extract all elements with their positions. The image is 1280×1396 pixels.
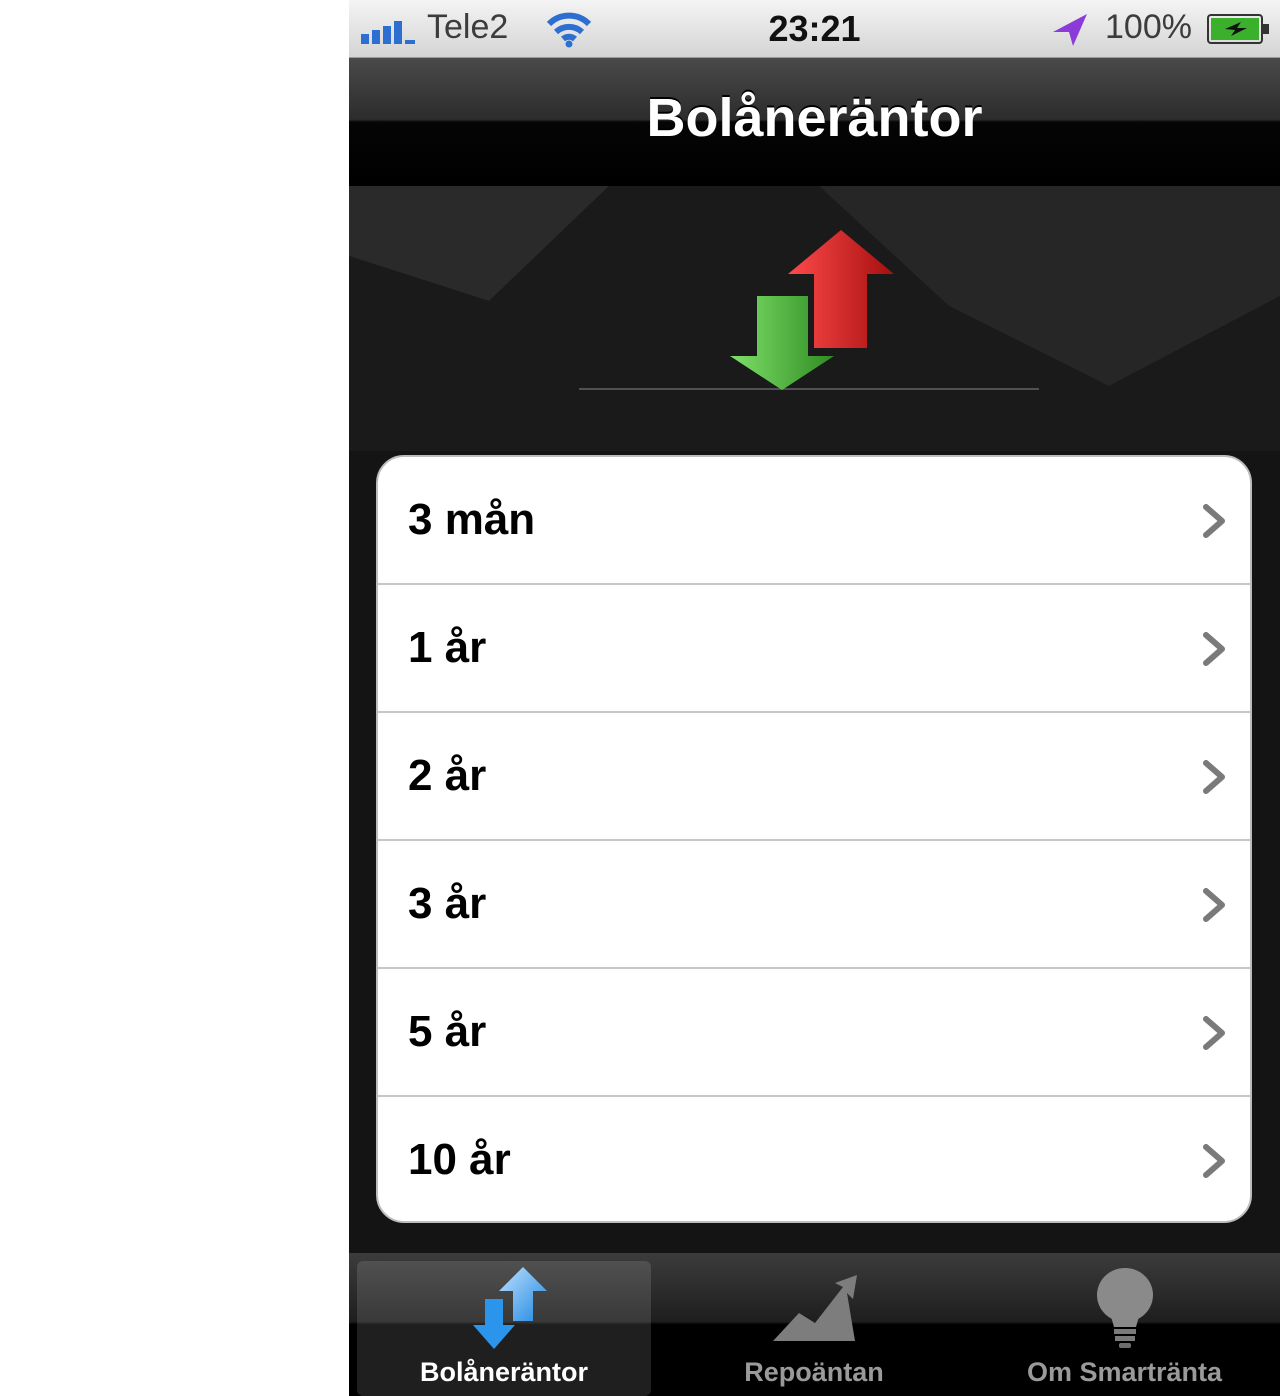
tab-bar: Bolåneräntor Repoäntan Om Smartränta: [349, 1253, 1280, 1396]
phone-screen: Tele2 23:21 100% Bolåneräntor 3 mån 1 år…: [349, 0, 1280, 1396]
tab-label: Repoäntan: [744, 1357, 884, 1387]
chevron-right-icon: [1203, 1016, 1225, 1050]
list-item-label: 3 år: [408, 879, 487, 928]
list-item-3-ar[interactable]: 3 år: [378, 841, 1250, 969]
chevron-right-icon: [1203, 888, 1225, 922]
battery-percent: 100%: [1105, 8, 1192, 46]
tab-label: Bolåneräntor: [419, 1357, 589, 1387]
rate-up-down-arrows-icon: [730, 230, 894, 390]
navigation-bar: Bolåneräntor: [349, 58, 1280, 186]
list-item-5-ar[interactable]: 5 år: [378, 969, 1250, 1097]
tab-label: Om Smartränta: [1026, 1357, 1223, 1387]
rising-chart-icon: [773, 1275, 857, 1341]
chevron-right-icon: [1203, 504, 1225, 538]
list-item-10-ar[interactable]: 10 år: [378, 1097, 1250, 1221]
battery-charging-icon: [1207, 14, 1269, 44]
rate-term-list: 3 mån 1 år 2 år 3 år 5 år 10 år: [376, 455, 1252, 1223]
tab-bolanerantor[interactable]: Bolåneräntor: [349, 1253, 659, 1396]
tab-repoantan[interactable]: Repoäntan: [659, 1253, 969, 1396]
page-title: Bolåneräntor: [646, 88, 983, 148]
chevron-right-icon: [1203, 632, 1225, 666]
list-item-label: 3 mån: [408, 495, 536, 544]
list-item-3-man[interactable]: 3 mån: [378, 457, 1250, 585]
list-item-label: 5 år: [408, 1007, 487, 1056]
lightbulb-icon: [1096, 1268, 1153, 1348]
list-item-label: 1 år: [408, 623, 487, 672]
chevron-right-icon: [1203, 760, 1225, 794]
location-arrow-icon: [1053, 14, 1087, 46]
blue-up-down-arrows-icon: [473, 1267, 547, 1349]
list-item-1-ar[interactable]: 1 år: [378, 585, 1250, 713]
hero-banner: [349, 186, 1280, 451]
list-item-2-ar[interactable]: 2 år: [378, 713, 1250, 841]
chevron-right-icon: [1203, 1144, 1225, 1178]
list-item-label: 2 år: [408, 751, 487, 800]
tab-om-smartranta[interactable]: Om Smartränta: [969, 1253, 1280, 1396]
status-bar: Tele2 23:21 100%: [349, 0, 1280, 58]
list-item-label: 10 år: [408, 1135, 511, 1184]
